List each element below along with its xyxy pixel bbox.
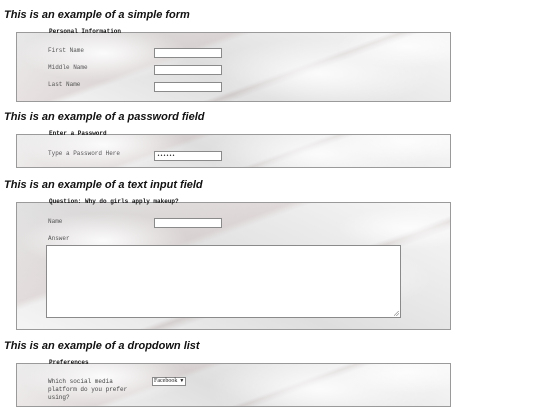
question-legend: Question: Why do girls apply makeup?	[47, 198, 181, 206]
section-heading-password: This is an example of a password field	[4, 111, 205, 123]
middle-name-input[interactable]	[154, 65, 222, 75]
password-legend: Enter a Password	[47, 130, 109, 138]
personal-information-legend: Personal Information	[47, 28, 124, 36]
first-name-input[interactable]	[154, 48, 222, 58]
middle-name-label: Middle Name	[48, 64, 88, 71]
name-input[interactable]	[154, 218, 222, 228]
chevron-down-icon: ▼	[179, 379, 185, 384]
question-fieldset: Question: Why do girls apply makeup? Nam…	[16, 198, 451, 330]
answer-textarea[interactable]	[46, 245, 401, 318]
first-name-label: First Name	[48, 47, 85, 54]
preferences-legend: Preferences	[47, 359, 91, 367]
password-input[interactable]: ••••••	[154, 151, 222, 161]
social-media-select[interactable]: Facebook ▼	[152, 377, 187, 386]
section-heading-dropdown: This is an example of a dropdown list	[4, 340, 200, 352]
preferences-fieldset: Preferences Which social media platform …	[16, 359, 451, 407]
password-fieldset: Enter a Password Type a Password Here ••…	[16, 130, 451, 168]
social-media-question: Which social media platform do you prefe…	[48, 378, 128, 401]
personal-information-fieldset: Personal Information First Name Middle N…	[16, 28, 451, 102]
answer-label: Answer	[48, 235, 70, 242]
resize-grip-icon[interactable]	[394, 311, 399, 316]
section-heading-simple-form: This is an example of a simple form	[4, 9, 190, 21]
last-name-input[interactable]	[154, 82, 222, 92]
last-name-label: Last Name	[48, 81, 81, 88]
password-label: Type a Password Here	[48, 150, 121, 157]
selected-option: Facebook	[154, 378, 178, 384]
name-label: Name	[48, 218, 63, 225]
section-heading-text-input: This is an example of a text input field	[4, 179, 203, 191]
